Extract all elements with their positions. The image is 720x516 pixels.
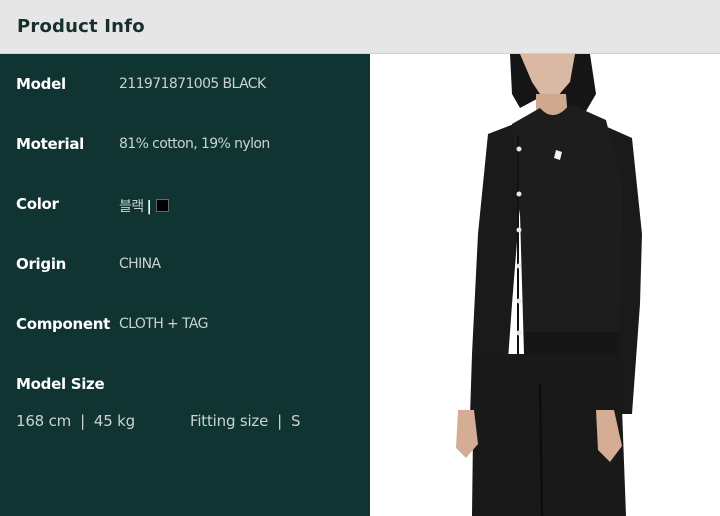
- detail-value: 211971871005 BLACK: [119, 76, 266, 92]
- detail-label: Origin: [16, 255, 67, 273]
- detail-row-component: Component CLOTH + TAG: [0, 315, 370, 339]
- detail-value: 81% cotton, 19% nylon: [119, 136, 270, 152]
- model-measurements: 168 cm | 45 kg: [16, 412, 135, 430]
- fitting-size: Fitting size | S: [190, 412, 301, 430]
- section-header: Product Info: [0, 0, 720, 54]
- color-name: 블랙: [119, 199, 144, 215]
- model-size-heading: Model Size: [0, 375, 370, 399]
- detail-row-material: Moterial 81% cotton, 19% nylon: [0, 135, 370, 159]
- separator: |: [80, 412, 85, 430]
- detail-row-model: Model 211971871005 BLACK: [0, 75, 370, 99]
- model-weight: 45 kg: [93, 412, 135, 430]
- detail-value-color: 블랙 |: [119, 196, 170, 216]
- fitting-value: S: [290, 412, 301, 430]
- detail-row-origin: Origin CHINA: [0, 255, 370, 279]
- detail-label: Moterial: [16, 135, 84, 153]
- color-swatch: [156, 199, 170, 212]
- section-title: Product Info: [17, 16, 145, 37]
- model-wearing-cardigan-image: [456, 54, 642, 516]
- model-height: 168 cm: [16, 412, 72, 430]
- detail-label: Component: [16, 315, 110, 333]
- detail-label: Model: [16, 75, 66, 93]
- fitting-label: Fitting size: [190, 412, 269, 430]
- detail-value: CHINA: [119, 256, 161, 272]
- separator: |: [146, 199, 152, 215]
- product-photo: [370, 54, 720, 516]
- detail-row-color: Color 블랙 |: [0, 195, 370, 219]
- product-info-panel: Model 211971871005 BLACK Moterial 81% co…: [0, 54, 370, 516]
- model-size-label: Model Size: [16, 375, 105, 393]
- detail-label: Color: [16, 195, 59, 213]
- separator: |: [277, 412, 282, 430]
- detail-value: CLOTH + TAG: [119, 316, 208, 332]
